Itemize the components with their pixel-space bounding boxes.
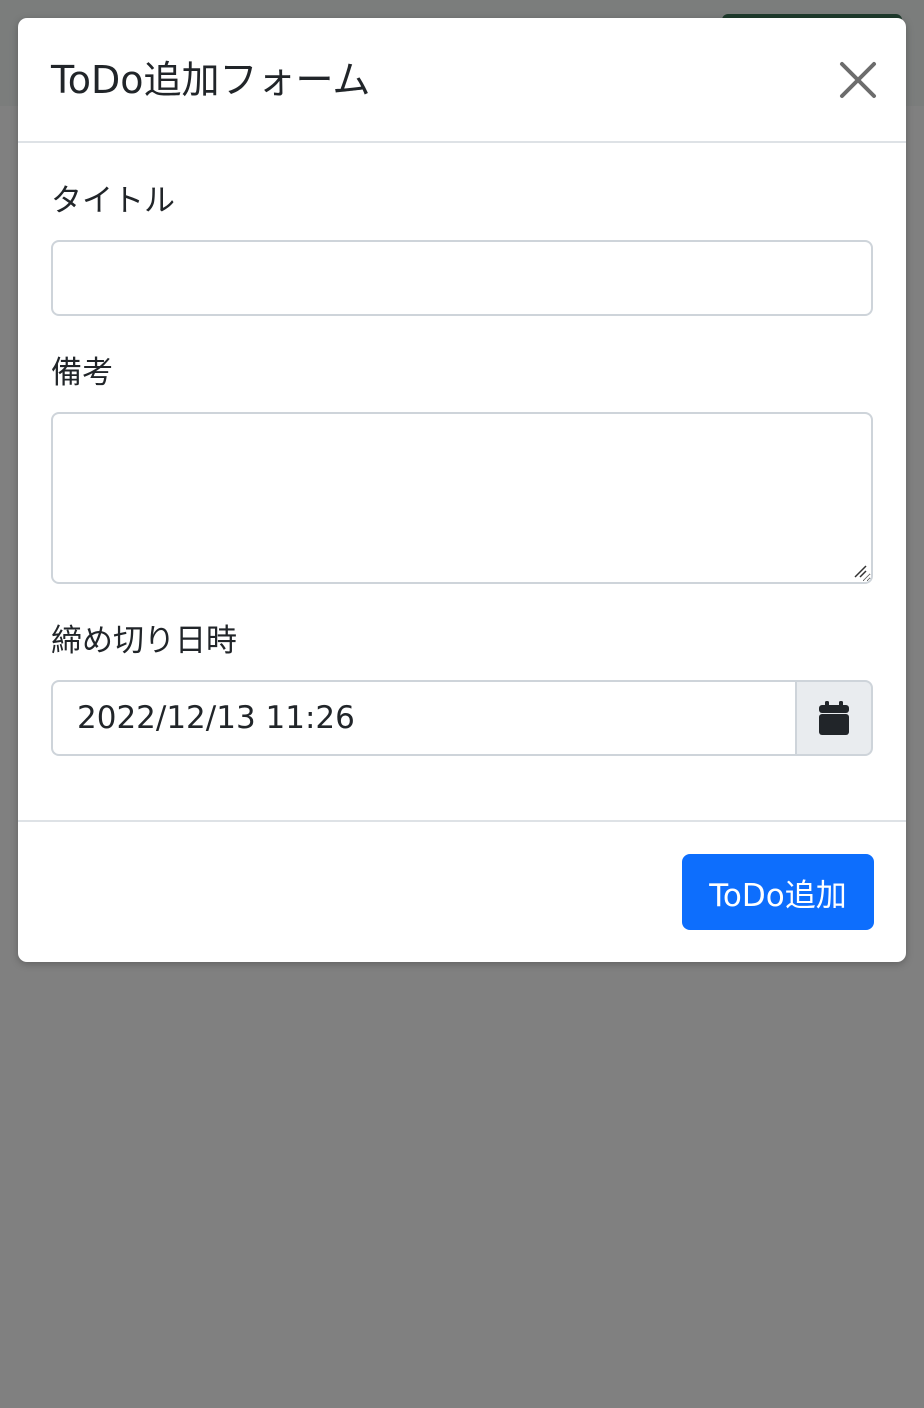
deadline-label: 締め切り日時 — [51, 623, 237, 659]
close-icon — [840, 62, 876, 98]
title-label: タイトル — [51, 183, 175, 219]
modal-title: ToDo追加フォーム — [51, 58, 371, 102]
notes-field-wrapper — [51, 412, 873, 584]
deadline-input-group — [51, 680, 873, 756]
todo-add-modal: ToDo追加フォーム タイトル 備考 締め切り日時 2022/12/13 11:… — [18, 18, 906, 962]
calendar-icon — [819, 701, 849, 735]
modal-footer: ToDo追加 — [18, 820, 906, 962]
resize-grip-icon[interactable] — [853, 564, 867, 578]
modal-header: ToDo追加フォーム — [18, 18, 906, 143]
deadline-input[interactable] — [51, 680, 796, 756]
notes-label: 備考 — [51, 355, 113, 391]
modal-body: タイトル 備考 締め切り日時 — [18, 143, 906, 821]
close-button[interactable] — [836, 58, 880, 102]
add-todo-button[interactable]: ToDo追加 — [682, 854, 874, 930]
title-input[interactable] — [51, 240, 873, 316]
notes-textarea[interactable] — [51, 412, 873, 584]
calendar-button[interactable] — [795, 680, 873, 756]
